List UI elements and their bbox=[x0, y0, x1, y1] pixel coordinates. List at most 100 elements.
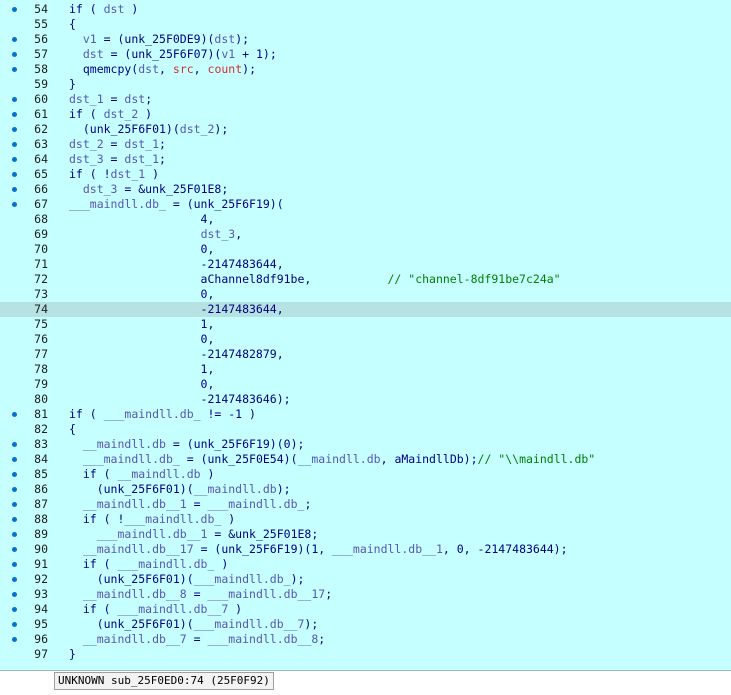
breakpoint-dot-icon[interactable] bbox=[12, 622, 17, 627]
breakpoint-dot-icon[interactable] bbox=[12, 442, 17, 447]
code-line[interactable]: 58 qmemcpy(dst, src, count); bbox=[0, 62, 731, 77]
code-line[interactable]: 86 (unk_25F6F01)(__maindll.db); bbox=[0, 482, 731, 497]
code-line[interactable]: 81 if ( ___maindll.db_ != -1 ) bbox=[0, 407, 731, 422]
code-token[interactable]: ___maindll.db_ bbox=[104, 407, 201, 421]
code-token[interactable]: ___maindll.db_ bbox=[124, 512, 221, 526]
breakpoint-dot-icon[interactable] bbox=[12, 142, 17, 147]
code-token[interactable]: __maindll.db bbox=[298, 452, 381, 466]
code-token[interactable]: ___maindll.db__7 bbox=[194, 617, 305, 631]
code-line[interactable]: 71 -2147483644, bbox=[0, 257, 731, 272]
code-line[interactable]: 75 1, bbox=[0, 317, 731, 332]
breakpoint-dot-icon[interactable] bbox=[12, 172, 17, 177]
code-line[interactable]: 93 __maindll.db__8 = ___maindll.db__17; bbox=[0, 587, 731, 602]
breakpoint-dot-icon[interactable] bbox=[12, 457, 17, 462]
breakpoint-dot-icon[interactable] bbox=[12, 187, 17, 192]
breakpoint-dot-icon[interactable] bbox=[12, 547, 17, 552]
breakpoint-dot-icon[interactable] bbox=[12, 97, 17, 102]
breakpoint-dot-icon[interactable] bbox=[12, 472, 17, 477]
code-line[interactable]: 78 1, bbox=[0, 362, 731, 377]
code-token[interactable]: __maindll.db__7 bbox=[83, 632, 187, 646]
code-token[interactable]: dst_2 bbox=[180, 122, 215, 136]
code-line[interactable]: 85 if ( __maindll.db ) bbox=[0, 467, 731, 482]
code-token[interactable]: dst_3 bbox=[69, 152, 104, 166]
breakpoint-dot-icon[interactable] bbox=[12, 577, 17, 582]
code-token[interactable]: dst bbox=[214, 32, 235, 46]
code-line[interactable]: 64 dst_3 = dst_1; bbox=[0, 152, 731, 167]
code-line[interactable]: 68 4, bbox=[0, 212, 731, 227]
breakpoint-dot-icon[interactable] bbox=[12, 502, 17, 507]
code-token[interactable]: dst_1 bbox=[124, 137, 159, 151]
code-line[interactable]: 66 dst_3 = &unk_25F01E8; bbox=[0, 182, 731, 197]
pseudocode-view[interactable]: 54 if ( dst ) 55{56 v1 = (unk_25F0DE9)(dst… bbox=[0, 0, 731, 671]
code-token[interactable]: __maindll.db bbox=[117, 467, 200, 481]
code-line[interactable]: 60 dst_1 = dst; bbox=[0, 92, 731, 107]
breakpoint-dot-icon[interactable] bbox=[12, 7, 17, 12]
code-line[interactable]: 95 (unk_25F6F01)(___maindll.db__7); bbox=[0, 617, 731, 632]
code-token[interactable]: dst bbox=[83, 47, 104, 61]
code-line[interactable]: 57 dst = (unk_25F6F07)(v1 + 1); bbox=[0, 47, 731, 62]
code-line[interactable]: 82 { bbox=[0, 422, 731, 437]
code-line[interactable]: 83 __maindll.db = (unk_25F6F19)(0); bbox=[0, 437, 731, 452]
code-token[interactable]: ___maindll.db__1 bbox=[332, 542, 443, 556]
code-token[interactable]: ___maindll.db_ bbox=[208, 497, 305, 511]
code-token[interactable]: ___maindll.db_ bbox=[83, 452, 180, 466]
breakpoint-dot-icon[interactable] bbox=[12, 37, 17, 42]
breakpoint-dot-icon[interactable] bbox=[12, 202, 17, 207]
breakpoint-dot-icon[interactable] bbox=[12, 412, 17, 417]
breakpoint-dot-icon[interactable] bbox=[12, 637, 17, 642]
code-line[interactable]: 94 if ( ___maindll.db__7 ) bbox=[0, 602, 731, 617]
code-line[interactable]: 65 if ( !dst_1 ) bbox=[0, 167, 731, 182]
breakpoint-dot-icon[interactable] bbox=[12, 112, 17, 117]
code-line[interactable]: 87 __maindll.db__1 = ___maindll.db_; bbox=[0, 497, 731, 512]
code-line[interactable]: 54 if ( dst ) bbox=[0, 2, 731, 17]
breakpoint-dot-icon[interactable] bbox=[12, 52, 17, 57]
code-line[interactable]: 88 if ( !___maindll.db_ ) bbox=[0, 512, 731, 527]
breakpoint-dot-icon[interactable] bbox=[12, 487, 17, 492]
code-token[interactable]: ___maindll.db__7 bbox=[117, 602, 228, 616]
code-line[interactable]: 63 dst_2 = dst_1; bbox=[0, 137, 731, 152]
breakpoint-dot-icon[interactable] bbox=[12, 532, 17, 537]
code-line[interactable]: 67 ___maindll.db_ = (unk_25F6F19)( bbox=[0, 197, 731, 212]
code-line-current[interactable]: 74 -2147483644, bbox=[0, 302, 731, 317]
code-token[interactable]: __maindll.db__17 bbox=[83, 542, 194, 556]
code-token[interactable]: dst_1 bbox=[111, 167, 146, 181]
code-token[interactable]: ___maindll.db__8 bbox=[208, 632, 319, 646]
code-line[interactable]: 61 if ( dst_2 ) bbox=[0, 107, 731, 122]
code-token[interactable]: v1 bbox=[83, 32, 97, 46]
code-token[interactable]: dst_3 bbox=[83, 182, 118, 196]
code-token[interactable]: dst_2 bbox=[69, 137, 104, 151]
code-line[interactable]: 90 __maindll.db__17 = (unk_25F6F19)(1, _… bbox=[0, 542, 731, 557]
code-token[interactable]: dst bbox=[124, 92, 145, 106]
code-token[interactable]: dst bbox=[138, 62, 159, 76]
code-line[interactable]: 77 -2147482879, bbox=[0, 347, 731, 362]
code-line[interactable]: 59} bbox=[0, 77, 731, 92]
breakpoint-dot-icon[interactable] bbox=[12, 157, 17, 162]
code-token[interactable]: ___maindll.db_ bbox=[117, 557, 214, 571]
code-line[interactable]: 69 dst_3, bbox=[0, 227, 731, 242]
code-token[interactable]: dst_2 bbox=[104, 107, 139, 121]
code-line[interactable]: 92 (unk_25F6F01)(___maindll.db_); bbox=[0, 572, 731, 587]
code-line[interactable]: 70 0, bbox=[0, 242, 731, 257]
code-line[interactable]: 55 { bbox=[0, 17, 731, 32]
code-token[interactable]: __maindll.db bbox=[83, 437, 166, 451]
code-line[interactable]: 72 aChannel8df91be, // "channel-8df91be7… bbox=[0, 272, 731, 287]
code-line[interactable]: 80 -2147483646); bbox=[0, 392, 731, 407]
code-token[interactable]: ___maindll.db__17 bbox=[208, 587, 326, 601]
code-line[interactable]: 73 0, bbox=[0, 287, 731, 302]
code-token[interactable]: __maindll.db__1 bbox=[83, 497, 187, 511]
code-token[interactable]: v1 bbox=[221, 47, 235, 61]
code-line[interactable]: 79 0, bbox=[0, 377, 731, 392]
code-line[interactable]: 91 if ( ___maindll.db_ ) bbox=[0, 557, 731, 572]
code-token[interactable]: ___maindll.db_ bbox=[69, 197, 166, 211]
code-token[interactable]: dst_1 bbox=[124, 152, 159, 166]
code-token[interactable]: dst_1 bbox=[69, 92, 104, 106]
code-line[interactable]: 56 v1 = (unk_25F0DE9)(dst); bbox=[0, 32, 731, 47]
breakpoint-dot-icon[interactable] bbox=[12, 127, 17, 132]
code-line[interactable]: 84 ___maindll.db_ = (unk_25F0E54)(__main… bbox=[0, 452, 731, 467]
code-token[interactable]: ___maindll.db__1 bbox=[97, 527, 208, 541]
code-line[interactable]: 89 ___maindll.db__1 = &unk_25F01E8; bbox=[0, 527, 731, 542]
breakpoint-dot-icon[interactable] bbox=[12, 517, 17, 522]
code-token[interactable]: dst bbox=[104, 2, 125, 16]
code-line[interactable]: 76 0, bbox=[0, 332, 731, 347]
code-token[interactable]: ___maindll.db_ bbox=[194, 572, 291, 586]
